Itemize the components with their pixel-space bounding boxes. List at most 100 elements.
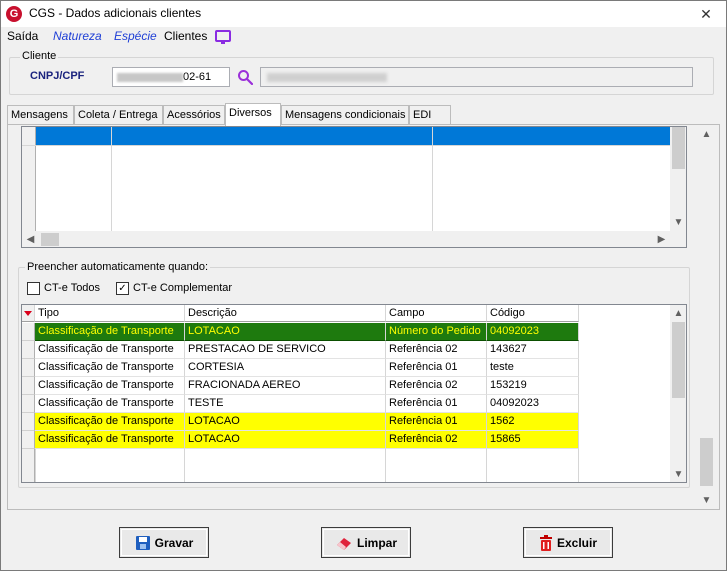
menu-especie[interactable]: Espécie bbox=[114, 29, 157, 43]
scroll-down-icon[interactable]: ▼ bbox=[698, 492, 715, 509]
monitor-icon[interactable] bbox=[215, 30, 231, 44]
menu-natureza[interactable]: Natureza bbox=[53, 29, 102, 43]
row-indicator[interactable] bbox=[22, 431, 35, 449]
row-indicator[interactable] bbox=[22, 377, 35, 395]
tab-edi[interactable]: EDI bbox=[409, 105, 451, 125]
table-cell: TESTE bbox=[185, 395, 386, 413]
eraser-icon bbox=[336, 537, 351, 550]
row-indicator-column bbox=[22, 449, 35, 482]
scroll-down-icon[interactable]: ▼ bbox=[670, 214, 686, 231]
table-cell: 04092023 bbox=[487, 395, 579, 413]
row-indicator[interactable] bbox=[22, 413, 35, 431]
grid-horizontal-scrollbar[interactable]: ◀ ▶ bbox=[22, 231, 686, 247]
grid-vscroll-thumb[interactable] bbox=[672, 127, 685, 169]
table-cell: Referência 02 bbox=[386, 431, 487, 449]
trash-icon bbox=[539, 534, 552, 551]
grid-line bbox=[22, 145, 670, 146]
scroll-left-icon[interactable]: ◀ bbox=[22, 231, 39, 247]
save-icon bbox=[135, 535, 150, 550]
table-cell: 04092023 bbox=[487, 323, 579, 341]
sort-down-icon bbox=[24, 311, 32, 316]
row-indicator-column bbox=[22, 127, 36, 231]
grid-line bbox=[184, 449, 185, 482]
grid-line bbox=[578, 449, 579, 482]
table-cell: LOTACAO bbox=[185, 413, 386, 431]
table-cell: Referência 01 bbox=[386, 395, 487, 413]
classification-grid-vscrollbar[interactable]: ▲ ▼ bbox=[670, 305, 686, 482]
cnpj-input[interactable]: 02-61 bbox=[112, 67, 230, 87]
row-indicator[interactable] bbox=[22, 341, 35, 359]
limpar-label: Limpar bbox=[356, 535, 397, 550]
header-tipo[interactable]: Tipo bbox=[35, 305, 185, 322]
tab-acessorios[interactable]: Acessórios bbox=[163, 105, 225, 125]
grid-hscroll-thumb[interactable] bbox=[41, 233, 59, 246]
grid-vertical-scrollbar[interactable]: ▼ bbox=[670, 127, 686, 231]
close-button[interactable]: ✕ bbox=[686, 1, 726, 27]
grid-line bbox=[432, 127, 433, 231]
table-cell: Número do Pedido bbox=[386, 323, 487, 341]
menu-clientes[interactable]: Clientes bbox=[164, 29, 207, 43]
row-indicator[interactable] bbox=[22, 395, 35, 413]
table-cell: Classificação de Transporte bbox=[35, 431, 185, 449]
excluir-button[interactable]: Excluir bbox=[523, 527, 613, 558]
tab-diversos[interactable]: Diversos bbox=[225, 103, 281, 126]
menu-saida[interactable]: Saída bbox=[7, 29, 38, 43]
tab-mensagens-condicionais[interactable]: Mensagens condicionais bbox=[281, 105, 409, 125]
ct-complementar-label: CT-e Complementar bbox=[133, 282, 233, 294]
search-icon[interactable] bbox=[237, 69, 253, 85]
classification-grid[interactable]: Tipo Descrição Campo Código Classificaçã… bbox=[21, 304, 687, 483]
row-indicator[interactable] bbox=[22, 359, 35, 377]
table-row[interactable]: Classificação de Transporte LOTACAO Referê… bbox=[22, 431, 579, 449]
ct-complementar-checkbox[interactable]: ✓ bbox=[116, 282, 129, 295]
grid-line bbox=[111, 127, 112, 231]
client-name-input[interactable] bbox=[260, 67, 693, 87]
table-row[interactable]: Classificação de Transporte PRESTACAO DE … bbox=[22, 341, 579, 359]
table-cell: 143627 bbox=[487, 341, 579, 359]
table-row[interactable]: Classificação de Transporte LOTACAO Referê… bbox=[22, 413, 579, 431]
table-cell: Classificação de Transporte bbox=[35, 359, 185, 377]
table-cell: 15865 bbox=[487, 431, 579, 449]
tab-mensagens[interactable]: Mensagens bbox=[7, 105, 74, 125]
table-row[interactable]: Classificação de Transporte CORTESIA Refer… bbox=[22, 359, 579, 377]
classification-vscroll-thumb[interactable] bbox=[672, 322, 685, 398]
table-cell: Referência 02 bbox=[386, 341, 487, 359]
title-bar: G CGS - Dados adicionais clientes ✕ bbox=[1, 1, 726, 27]
cliente-legend: Cliente bbox=[20, 50, 59, 62]
table-row[interactable]: Classificação de Transporte TESTE Referênc… bbox=[22, 395, 579, 413]
grid-line bbox=[385, 449, 386, 482]
table-cell: FRACIONADA AEREO bbox=[185, 377, 386, 395]
row-indicator[interactable] bbox=[22, 323, 35, 341]
table-cell: Referência 01 bbox=[386, 359, 487, 377]
client-name-redacted bbox=[267, 72, 387, 82]
grid-line bbox=[486, 449, 487, 482]
table-cell: 1562 bbox=[487, 413, 579, 431]
header-descricao[interactable]: Descrição bbox=[185, 305, 386, 322]
panel-vertical-scrollbar[interactable]: ▲ ▼ bbox=[698, 126, 715, 509]
scroll-up-icon[interactable]: ▲ bbox=[670, 305, 686, 322]
table-row[interactable]: Classificação de Transporte LOTACAO Número… bbox=[22, 323, 579, 341]
limpar-button[interactable]: Limpar bbox=[321, 527, 411, 558]
table-cell: Classificação de Transporte bbox=[35, 413, 185, 431]
additional-data-grid[interactable]: ▼ ◀ ▶ bbox=[21, 126, 687, 248]
sort-indicator-header[interactable] bbox=[22, 305, 35, 322]
scroll-right-icon[interactable]: ▶ bbox=[653, 231, 670, 247]
window-title: CGS - Dados adicionais clientes bbox=[29, 6, 202, 20]
header-campo[interactable]: Campo bbox=[386, 305, 487, 322]
table-cell: CORTESIA bbox=[185, 359, 386, 377]
table-cell: LOTACAO bbox=[185, 431, 386, 449]
ct-todos-checkbox[interactable] bbox=[27, 282, 40, 295]
header-codigo[interactable]: Código bbox=[487, 305, 579, 322]
scroll-up-icon[interactable]: ▲ bbox=[698, 126, 715, 143]
cnpj-suffix: 02-61 bbox=[183, 71, 212, 83]
table-cell: Referência 02 bbox=[386, 377, 487, 395]
gravar-button[interactable]: Gravar bbox=[119, 527, 209, 558]
panel-scroll-thumb[interactable] bbox=[700, 438, 713, 486]
table-row[interactable]: Classificação de Transporte FRACIONADA AE… bbox=[22, 377, 579, 395]
selected-row[interactable] bbox=[36, 127, 670, 145]
scroll-down-icon[interactable]: ▼ bbox=[670, 466, 686, 482]
tab-coleta-entrega[interactable]: Coleta / Entrega bbox=[74, 105, 163, 125]
table-cell: 153219 bbox=[487, 377, 579, 395]
grid-line bbox=[35, 449, 36, 482]
excluir-label: Excluir bbox=[556, 535, 598, 550]
table-cell: Classificação de Transporte bbox=[35, 341, 185, 359]
